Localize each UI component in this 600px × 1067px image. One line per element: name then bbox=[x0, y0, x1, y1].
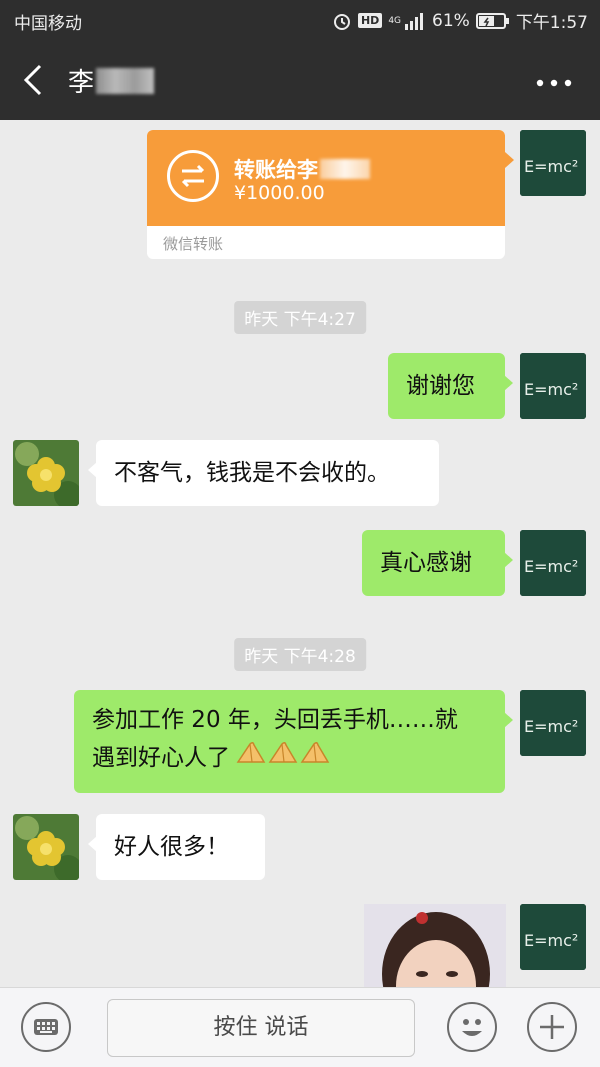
flower-avatar-icon bbox=[13, 440, 79, 506]
plus-icon bbox=[540, 1015, 564, 1039]
avatar[interactable]: E=mc² bbox=[520, 130, 586, 196]
transfer-label-text: 转账给李 bbox=[234, 158, 318, 182]
transfer-footer: 微信转账 bbox=[163, 235, 224, 253]
pray-hands-icon bbox=[236, 738, 266, 777]
status-bar: 中国移动 HD 4G 61% 下午1:57 bbox=[0, 0, 600, 40]
message-text: 遇到好心人了 bbox=[92, 744, 230, 771]
title-bar: 李 bbox=[0, 40, 600, 120]
message-text: 真心感谢 bbox=[380, 550, 472, 576]
emoji-button[interactable] bbox=[447, 1002, 497, 1052]
chat-area[interactable]: 转账给李 ¥1000.00 微信转账 E=mc² 昨天 下午4:27 谢谢您 E… bbox=[0, 120, 600, 987]
avatar[interactable]: E=mc² bbox=[520, 530, 586, 596]
message-bubble-received[interactable]: 好人很多！ bbox=[88, 814, 265, 880]
blurred-name bbox=[320, 159, 370, 179]
chat-title: 李 bbox=[68, 62, 155, 99]
carrier-label: 中国移动 bbox=[14, 14, 82, 34]
pray-hands-icon bbox=[268, 738, 298, 777]
chevron-left-icon bbox=[23, 64, 42, 96]
message-bubble-sent[interactable]: 谢谢您 bbox=[388, 353, 513, 419]
plus-button[interactable] bbox=[527, 1002, 577, 1052]
more-button[interactable] bbox=[534, 74, 574, 87]
pray-hands-icon bbox=[300, 738, 330, 777]
transfer-card[interactable]: 转账给李 ¥1000.00 微信转账 bbox=[147, 130, 505, 259]
keyboard-icon bbox=[34, 1019, 58, 1035]
message-text: 不客气，钱我是不会收的。 bbox=[114, 460, 390, 486]
battery-percent: 61% bbox=[432, 10, 470, 31]
more-dots-icon bbox=[536, 79, 572, 87]
battery-icon bbox=[475, 12, 510, 30]
message-text-line-1: 参加工作 20 年，头回丢手机……就 bbox=[92, 707, 458, 733]
avatar[interactable] bbox=[13, 814, 79, 880]
emc2-avatar-icon: E=mc² bbox=[520, 904, 586, 970]
message-bubble-sent[interactable]: 参加工作 20 年，头回丢手机……就 遇到好心人了 bbox=[74, 690, 513, 793]
message-bubble-received[interactable]: 不客气，钱我是不会收的。 bbox=[88, 440, 439, 506]
emc2-avatar-icon: E=mc² bbox=[520, 130, 586, 196]
message-text-line-2: 遇到好心人了 bbox=[92, 738, 487, 777]
bubble-tail bbox=[505, 152, 514, 168]
input-bar: 按住 说话 bbox=[0, 987, 600, 1067]
alarm-icon bbox=[332, 11, 352, 31]
hd-icon: HD bbox=[357, 13, 383, 28]
network-label: 4G bbox=[388, 15, 402, 26]
status-icons: HD 4G 61% 下午1:57 bbox=[332, 8, 588, 33]
contact-name: 李 bbox=[68, 68, 95, 98]
avatar[interactable]: E=mc² bbox=[520, 690, 586, 756]
girl-photo-image bbox=[364, 904, 506, 987]
message-text: 好人很多！ bbox=[114, 834, 229, 860]
hold-to-talk-button[interactable]: 按住 说话 bbox=[107, 999, 415, 1057]
avatar[interactable]: E=mc² bbox=[520, 353, 586, 419]
emc2-avatar-icon: E=mc² bbox=[520, 353, 586, 419]
emc2-avatar-icon: E=mc² bbox=[520, 530, 586, 596]
timestamp: 昨天 下午4:27 bbox=[234, 301, 366, 334]
transfer-label: 转账给李 bbox=[234, 154, 370, 184]
avatar[interactable] bbox=[13, 440, 79, 506]
back-button[interactable] bbox=[20, 62, 48, 98]
hd-label: HD bbox=[360, 14, 380, 27]
emc2-avatar-icon: E=mc² bbox=[520, 690, 586, 756]
flower-avatar-icon bbox=[13, 814, 79, 880]
keyboard-button[interactable] bbox=[21, 1002, 71, 1052]
svg-text:E=mc²: E=mc² bbox=[524, 380, 578, 399]
emoji-icon bbox=[462, 1019, 482, 1036]
message-text: 谢谢您 bbox=[406, 373, 475, 399]
clock: 下午1:57 bbox=[515, 13, 588, 33]
message-bubble-sent[interactable]: 真心感谢 bbox=[362, 530, 513, 596]
blurred-name bbox=[96, 67, 155, 94]
signal-icon: 4G bbox=[388, 12, 426, 30]
timestamp: 昨天 下午4:28 bbox=[234, 638, 366, 671]
transfer-amount: ¥1000.00 bbox=[234, 182, 325, 204]
svg-text:E=mc²: E=mc² bbox=[524, 717, 578, 736]
svg-text:E=mc²: E=mc² bbox=[524, 157, 578, 176]
sent-photo[interactable] bbox=[364, 904, 506, 987]
svg-text:E=mc²: E=mc² bbox=[524, 931, 578, 950]
avatar[interactable]: E=mc² bbox=[520, 904, 586, 970]
transfer-icon bbox=[167, 150, 219, 202]
svg-text:E=mc²: E=mc² bbox=[524, 557, 578, 576]
